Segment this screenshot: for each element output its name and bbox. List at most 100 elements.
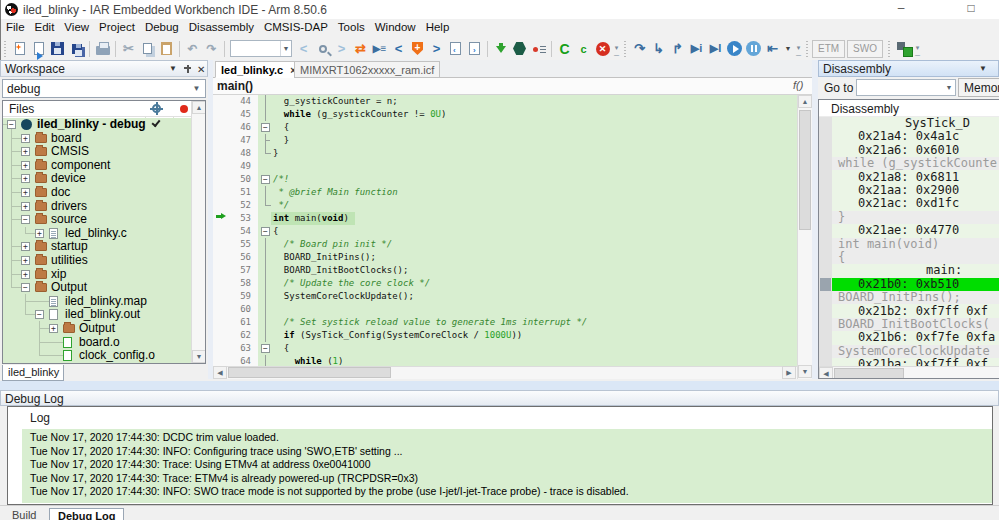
redo-button[interactable]: ↷ [202,39,221,59]
paste-button[interactable] [157,39,176,59]
cut-button[interactable]: ✂ [119,39,138,59]
next-statement-button[interactable]: ▶≡ [370,39,389,59]
new-file-button[interactable] [10,39,29,59]
expand-icon[interactable]: + [21,147,30,156]
disassembly-label[interactable]: SysTick_D [819,117,999,130]
code-line-46[interactable]: 46−{ [213,121,797,134]
navigate-backward-button[interactable]: < [389,39,408,59]
splitter-workspace-editor[interactable] [208,60,213,379]
code-line-64[interactable]: 64while (1) [213,355,797,366]
disassembly-instruction[interactable]: 0x21ac: 0xd1fc [819,197,999,210]
reset-button[interactable]: C [555,39,574,59]
code-line-58[interactable]: 58/* Update the core clock */ [213,277,797,290]
disassembly-content[interactable]: SysTick_D0x21a4: 0x4a1c0x21a6: 0x6010whi… [819,117,999,366]
editor-scroll-up-icon[interactable]: ▲ [798,95,812,108]
debug-dropdown-button[interactable]: ▼ [782,39,794,59]
code-line-44[interactable]: 44g_systickCounter = n; [213,95,797,108]
toggle-bookmark-button[interactable]: + [408,39,427,59]
print-button[interactable] [93,39,112,59]
disassembly-instruction[interactable]: 0x21aa: 0x2900 [819,184,999,197]
editor-tab-ledblinkyc[interactable]: led_blinky.c× [215,61,302,78]
disassembly-label[interactable]: main: [819,264,999,277]
tree-item-utilities[interactable]: +utilities [3,254,191,268]
expand-icon[interactable]: + [21,270,30,279]
disassembly-source-line[interactable]: BOARD_InitPins(); [832,291,999,304]
collapse-icon[interactable]: − [21,283,30,292]
debug-without-downloading-button[interactable] [510,39,529,59]
menu-item-project[interactable]: Project [94,19,140,37]
code-line-49[interactable]: 49 [213,160,797,173]
tree-item-output[interactable]: +Output [3,322,191,336]
bottom-tab-build[interactable]: Build [4,508,44,520]
workspace-pin-icon[interactable] [184,65,192,74]
menu-item-help[interactable]: Help [421,19,455,37]
next-statement2-button[interactable]: ▶i [687,39,706,59]
dis-hscroll-left-icon[interactable]: ◀ [819,367,833,379]
disassembly-instruction[interactable]: 0x21b6: 0xf7fe 0xfa [819,331,999,344]
disassembly-instruction[interactable]: 0x21ba: 0xf7ff 0xf [819,358,999,366]
disassembly-source-line[interactable]: } [832,211,999,224]
breakpoints-button[interactable] [529,39,548,59]
fold-collapse-icon[interactable]: − [261,227,270,236]
scroll-up-icon[interactable]: ▲ [192,101,206,114]
disassembly-source-line[interactable]: int main(void) [832,238,999,251]
code-line-61[interactable]: 61/* Set systick reload value to generat… [213,316,797,329]
disassembly-source-line[interactable]: while (g_systickCounte [832,157,999,170]
tree-item-ledblinkyc[interactable]: +led_blinky.c [3,227,191,241]
disassembly-hscrollbar[interactable]: ◀ [819,366,999,379]
code-line-54[interactable]: 54−{ [213,225,797,238]
menu-item-cmsisdap[interactable]: CMSIS-DAP [259,19,333,37]
menu-item-window[interactable]: Window [370,19,421,37]
tree-item-clockconfigo[interactable]: clock_config.o [3,349,191,363]
tree-item-xip[interactable]: +xip [3,268,191,282]
code-line-52[interactable]: 52*/ [213,199,797,212]
code-line-47[interactable]: 47} [213,134,797,147]
collapse-icon[interactable]: − [7,120,16,129]
find-next-button[interactable]: > [332,39,351,59]
swo-button[interactable]: SWO [847,40,883,58]
code-line-51[interactable]: 51* @brief Main function [213,186,797,199]
disassembly-instruction[interactable]: 0x21b2: 0xf7ff 0xf [819,305,999,318]
save-button[interactable] [48,39,67,59]
maximize-button[interactable]: □ [956,0,986,19]
expand-icon[interactable]: + [21,242,30,251]
tree-item-doc[interactable]: +doc [3,186,191,200]
search-dropdown-icon[interactable]: ▼ [280,41,291,56]
config-selector[interactable]: debug ▼ [2,79,206,98]
break-button[interactable]: c [574,39,593,59]
expand-icon[interactable]: + [21,256,30,265]
code-line-50[interactable]: 50−/*! [213,173,797,186]
gear-icon[interactable] [152,104,161,113]
collapse-icon[interactable]: − [35,310,44,319]
goto-button[interactable]: ⇄ [351,39,370,59]
menu-item-disassembly[interactable]: Disassembly [184,19,259,37]
bottom-tab-debuglog[interactable]: Debug Log [49,508,124,520]
tree-item-startup[interactable]: +startup [3,240,191,254]
minimize-button[interactable]: – [886,0,916,19]
disassembly-source-line[interactable]: { [832,251,999,264]
workspace-scrollbar[interactable]: ▲ ▼ [191,101,206,363]
probe-button[interactable] [894,39,913,59]
disassembly-instruction[interactable]: 0x21ae: 0x4770 [819,224,999,237]
step-over-button[interactable]: ↷ [630,39,649,59]
search-input[interactable]: ▼ [230,40,292,57]
expand-icon[interactable]: + [35,229,44,238]
fold-collapse-icon[interactable]: − [261,175,270,184]
menu-item-tools[interactable]: Tools [333,19,370,37]
step-into-button[interactable]: ↳ [649,39,668,59]
menu-item-edit[interactable]: Edit [30,19,60,37]
disassembly-source-line[interactable]: BOARD_InitBootClocks( [832,318,999,331]
tree-item-board[interactable]: +board [3,132,191,146]
editor-tab-mimxrt1062xxxxxramicf[interactable]: MIMXRT1062xxxxx_ram.icf [294,61,440,78]
function-list-icon[interactable]: f() [793,79,803,91]
editor-hscrollbar[interactable]: ◀ ▶ [213,366,797,379]
etm-button[interactable]: ETM [812,40,845,58]
save-all-button[interactable] [67,39,86,59]
disassembly-instruction[interactable]: 0x21a8: 0x6811 [819,171,999,184]
undo-button[interactable]: ↶ [183,39,202,59]
breakpoint-dot-icon[interactable] [180,105,188,113]
config-dropdown-icon[interactable]: ▼ [189,81,204,96]
disassembly-instruction[interactable]: 0x21a6: 0x6010 [819,144,999,157]
memory-button[interactable]: Memory [958,78,999,97]
menu-item-file[interactable]: File [1,19,30,37]
